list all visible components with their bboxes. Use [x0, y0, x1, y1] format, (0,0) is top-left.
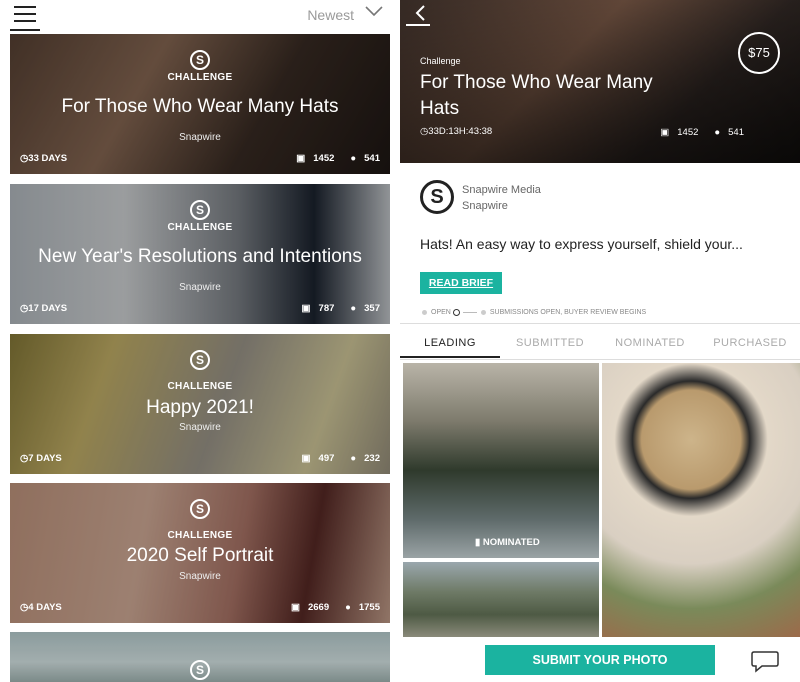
snapwire-logo-icon[interactable]: S — [420, 180, 454, 214]
tab-divider — [400, 359, 800, 360]
card-title: New Year's Resolutions and Intentions — [38, 246, 362, 267]
challenge-card[interactable]: S — [10, 632, 390, 682]
card-title: Happy 2021! — [146, 397, 254, 418]
menu-underline — [10, 29, 40, 31]
camera-icon: ▣ — [660, 127, 670, 138]
org-name[interactable]: Snapwire Media — [462, 184, 541, 196]
hero-kind: Challenge — [420, 56, 461, 66]
challenge-description: Hats! An easy way to express yourself, s… — [420, 236, 743, 252]
card-kind: CHALLENGE — [167, 222, 233, 233]
chat-bubble-icon[interactable] — [750, 648, 780, 674]
submit-photo-button[interactable]: SUBMIT YOUR PHOTO — [485, 645, 715, 675]
hero-stats: ▣ 1452 ● 541 — [660, 127, 744, 138]
challenge-progress: OPEN SUBMISSIONS OPEN, BUYER REVIEW BEGI… — [422, 309, 646, 316]
camera-icon: ▣ — [296, 153, 306, 164]
org-subname: Snapwire — [462, 200, 508, 212]
back-underline — [406, 24, 430, 26]
card-author: Snapwire — [179, 571, 221, 582]
card-title: 2020 Self Portrait — [126, 545, 274, 566]
card-author: Snapwire — [179, 282, 221, 293]
progress-open-label: OPEN — [431, 309, 451, 316]
challenge-hero: $75 Challenge For Those Who Wear Many Ha… — [400, 0, 800, 163]
camera-icon: ▣ — [301, 303, 311, 314]
chevron-down-icon[interactable] — [364, 4, 384, 18]
card-kind: CHALLENGE — [167, 381, 233, 392]
tab-purchased[interactable]: PURCHASED — [700, 330, 800, 358]
card-stats: ▣ 1452 ● 541 — [296, 153, 380, 164]
snapwire-logo-icon: S — [190, 50, 210, 70]
submission-tabs: LEADING SUBMITTED NOMINATED PURCHASED — [400, 330, 800, 358]
sort-label[interactable]: Newest — [307, 7, 354, 23]
tab-submitted[interactable]: SUBMITTED — [500, 330, 600, 358]
person-icon: ● — [350, 453, 357, 464]
tab-leading[interactable]: LEADING — [400, 330, 500, 358]
challenge-card[interactable]: S CHALLENGE 2020 Self Portrait Snapwire … — [10, 483, 390, 623]
person-icon: ● — [350, 153, 357, 164]
price-badge: $75 — [738, 32, 780, 74]
card-stats: ▣ 2669 ● 1755 — [290, 602, 380, 613]
tab-nominated[interactable]: NOMINATED — [600, 330, 700, 358]
card-stats: ▣ 497 ● 232 — [301, 453, 380, 464]
menu-icon[interactable] — [14, 6, 36, 26]
card-days: ◷7 DAYS — [20, 453, 62, 464]
list-topbar: Newest — [0, 0, 400, 32]
card-author: Snapwire — [179, 422, 221, 433]
card-kind: CHALLENGE — [167, 72, 233, 83]
challenge-card[interactable]: S CHALLENGE Happy 2021! Snapwire ◷7 DAYS… — [10, 334, 390, 474]
hero-timer: ◷33D:13H:43:38 — [420, 126, 493, 137]
card-title: For Those Who Wear Many Hats — [61, 96, 339, 117]
challenge-detail-panel: $75 Challenge For Those Who Wear Many Ha… — [400, 0, 800, 682]
card-days: ◷17 DAYS — [20, 303, 68, 314]
card-author: Snapwire — [179, 132, 221, 143]
person-icon: ● — [345, 602, 351, 613]
submission-photo[interactable] — [602, 363, 800, 637]
submission-photo[interactable] — [403, 562, 599, 637]
progress-status-label: SUBMISSIONS OPEN, BUYER REVIEW BEGINS — [489, 309, 647, 316]
card-kind: CHALLENGE — [167, 530, 233, 541]
snapwire-logo-icon: S — [190, 200, 210, 220]
challenge-card[interactable]: S CHALLENGE For Those Who Wear Many Hats… — [10, 34, 390, 174]
camera-icon: ▣ — [301, 453, 311, 464]
person-icon: ● — [350, 303, 357, 314]
read-brief-button[interactable]: READ BRIEF — [420, 272, 502, 294]
progress-dot — [422, 310, 427, 315]
bookmark-icon: ▮ — [475, 537, 481, 548]
nominated-label: ▮ NOMINATED — [475, 537, 540, 548]
divider — [400, 323, 800, 324]
hero-title: For Those Who Wear Many Hats — [420, 72, 653, 119]
camera-icon: ▣ — [290, 602, 300, 613]
back-arrow-icon[interactable] — [412, 4, 430, 22]
card-days: ◷33 DAYS — [20, 153, 68, 164]
snapwire-logo-icon: S — [190, 350, 210, 370]
snapwire-logo-icon: S — [190, 660, 210, 680]
challenge-card[interactable]: S CHALLENGE New Year's Resolutions and I… — [10, 184, 390, 324]
card-days: ◷4 DAYS — [20, 602, 62, 613]
challenge-list-panel: Newest S CHALLENGE For Those Who Wear Ma… — [0, 0, 400, 682]
person-icon: ● — [714, 127, 721, 138]
card-stats: ▣ 787 ● 357 — [301, 303, 380, 314]
progress-dot — [480, 310, 486, 315]
submission-photo[interactable]: ▮ NOMINATED — [403, 363, 599, 558]
progress-current-marker — [452, 309, 460, 316]
progress-bar — [462, 312, 477, 313]
snapwire-logo-icon: S — [190, 499, 210, 519]
